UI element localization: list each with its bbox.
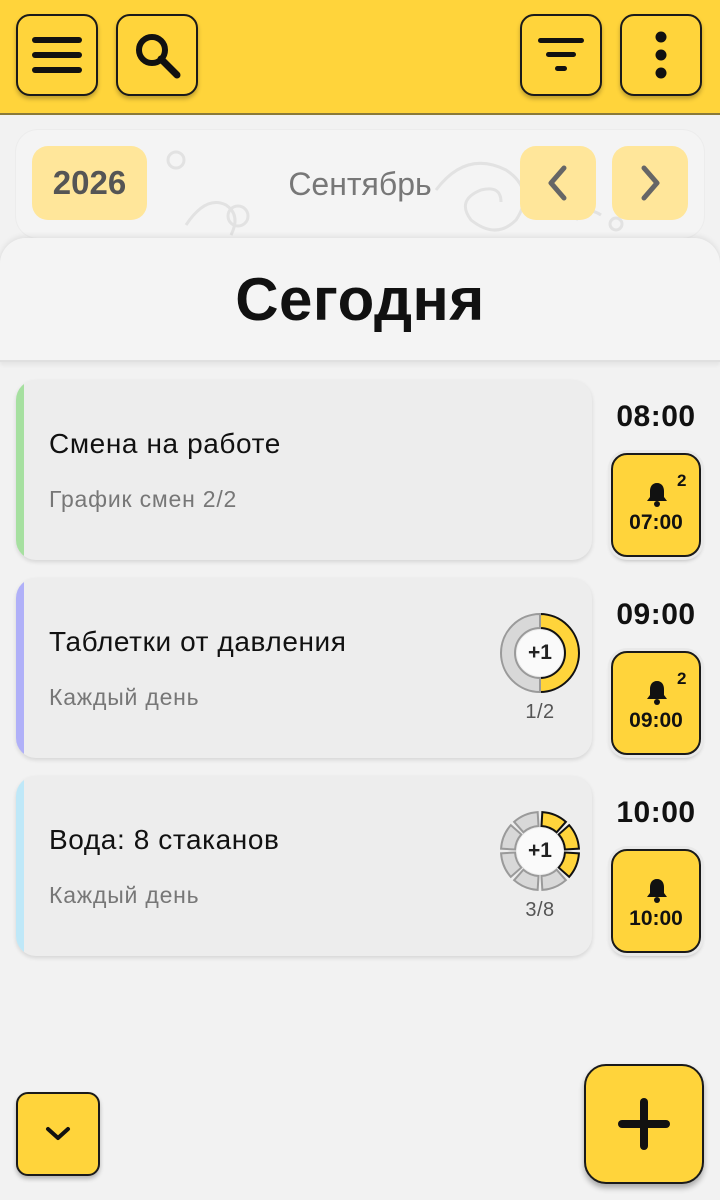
- event-subtitle: График смен 2/2: [49, 486, 238, 512]
- alarm-time: 07:00: [629, 511, 683, 534]
- event-card-water[interactable]: Вода: 8 стаканов Каждый день +1 3/8: [16, 776, 592, 956]
- alarm-button[interactable]: 2 09:00: [611, 651, 701, 755]
- year-selector[interactable]: 2026: [32, 146, 147, 220]
- month-navigator: 2026 Сентябрь: [16, 130, 704, 238]
- day-header: Сегодня: [0, 238, 720, 362]
- event-card-shift[interactable]: Смена на работе График смен 2/2: [16, 380, 592, 560]
- event-time: 08:00: [616, 400, 696, 433]
- search-button[interactable]: [116, 14, 198, 96]
- alarm-button[interactable]: 2 07:00: [611, 453, 701, 557]
- event-title: Вода: 8 стаканов: [49, 824, 280, 855]
- event-accent: [16, 578, 24, 758]
- add-event-button[interactable]: [584, 1064, 704, 1184]
- filter-icon: [538, 38, 584, 71]
- event-card-pills[interactable]: Таблетки от давления Каждый день +1 1/2: [16, 578, 592, 758]
- chevron-down-icon: [46, 1127, 70, 1140]
- alarm-time: 09:00: [629, 709, 683, 732]
- top-app-bar: [0, 0, 720, 115]
- alarm-time: 10:00: [629, 907, 683, 930]
- event-accent: [16, 776, 24, 956]
- next-month-button[interactable]: [612, 146, 688, 220]
- chevron-left-icon: [548, 165, 567, 201]
- bell-icon: [647, 681, 667, 705]
- progress-ring-button[interactable]: +1 1/2: [496, 611, 584, 724]
- year-label: 2026: [52, 164, 127, 201]
- menu-button[interactable]: [16, 14, 98, 96]
- plus-icon: [618, 1098, 670, 1150]
- event-subtitle: Каждый день: [49, 882, 200, 908]
- event-time: 10:00: [616, 796, 696, 829]
- progress-count: 3/8: [525, 899, 555, 921]
- alarm-count-badge: 2: [677, 669, 687, 688]
- day-title: Сегодня: [235, 265, 485, 333]
- progress-count: 1/2: [525, 701, 555, 723]
- collapse-button[interactable]: [16, 1092, 100, 1176]
- more-vert-icon: [655, 31, 667, 79]
- event-title: Таблетки от давления: [49, 626, 347, 657]
- progress-increment-label: +1: [528, 641, 552, 664]
- bell-icon: [647, 483, 667, 507]
- alarm-button[interactable]: 10:00: [611, 849, 701, 953]
- menu-icon: [32, 37, 82, 73]
- alarm-count-badge: 2: [677, 471, 687, 490]
- more-button[interactable]: [620, 14, 702, 96]
- filter-button[interactable]: [520, 14, 602, 96]
- event-subtitle: Каждый день: [49, 684, 200, 710]
- event-time: 09:00: [616, 598, 696, 631]
- chevron-right-icon: [641, 165, 660, 201]
- progress-increment-label: +1: [528, 839, 552, 862]
- search-icon: [136, 34, 181, 79]
- bell-icon: [647, 879, 667, 903]
- prev-month-button[interactable]: [520, 146, 596, 220]
- progress-ring-button[interactable]: +1 3/8: [496, 809, 584, 922]
- event-accent: [16, 380, 24, 560]
- event-title: Смена на работе: [49, 428, 281, 459]
